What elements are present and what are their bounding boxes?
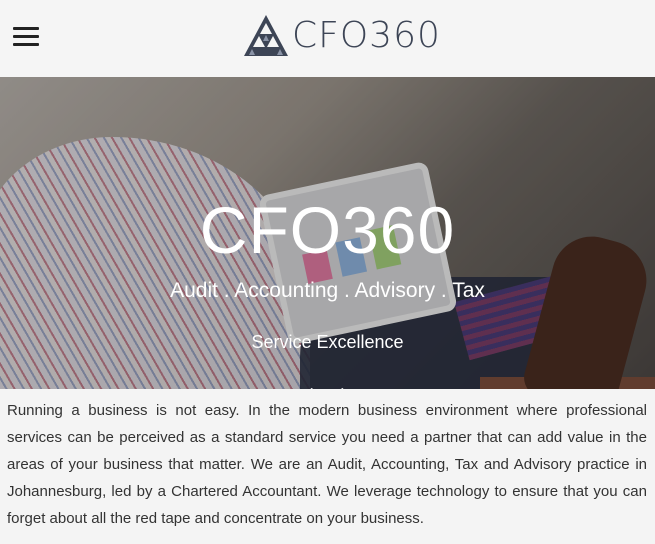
chevron-down-icon[interactable] <box>304 387 350 389</box>
intro-paragraph: Running a business is not easy. In the m… <box>7 402 647 527</box>
site-header: CFO360 <box>0 0 655 77</box>
hero-tagline: Service Excellence <box>251 332 404 352</box>
site-logo[interactable]: CFO360 <box>242 13 441 58</box>
hero-subtitle: Audit . Accounting . Advisory . Tax <box>170 279 485 302</box>
logo-text: CFO360 <box>292 15 441 56</box>
hero-title: CFO360 <box>199 193 456 267</box>
hamburger-menu-icon[interactable] <box>13 27 39 46</box>
intro-section: Running a business is not easy. In the m… <box>0 389 655 532</box>
triangle-logo-icon <box>244 15 288 56</box>
hero-banner: CFO360 Audit . Accounting . Advisory . T… <box>0 77 655 389</box>
